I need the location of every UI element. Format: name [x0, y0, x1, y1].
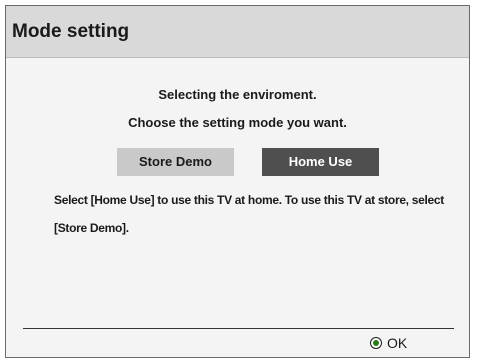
ok-button[interactable]: OK	[370, 332, 407, 354]
instruction-line-1: Selecting the enviroment.	[158, 87, 317, 102]
title-bar: Mode setting	[6, 6, 469, 58]
home-use-button[interactable]: Home Use	[262, 148, 379, 176]
mode-description: Select [Home Use] to use this TV at home…	[54, 193, 444, 235]
store-demo-button[interactable]: Store Demo	[117, 148, 234, 176]
footer-divider	[23, 328, 454, 329]
ok-button-icon	[370, 337, 382, 349]
mode-setting-dialog: Mode setting Selecting the enviroment. C…	[5, 5, 470, 358]
ok-label: OK	[387, 335, 408, 351]
dialog-title: Mode setting	[12, 21, 130, 42]
ok-icon-dot	[373, 340, 379, 346]
instruction-line-2: Choose the setting mode you want.	[128, 115, 347, 130]
